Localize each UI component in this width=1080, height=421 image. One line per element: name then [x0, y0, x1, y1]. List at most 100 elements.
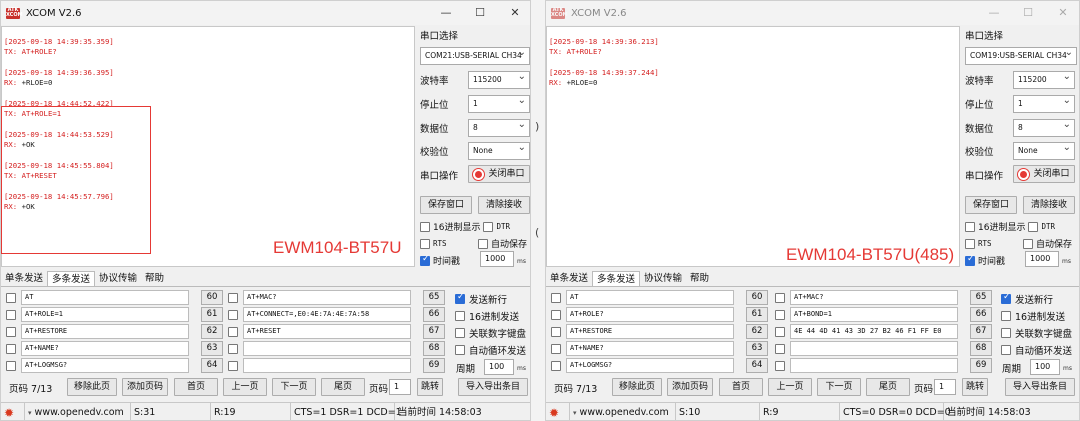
tab-help[interactable]: 帮助 — [686, 271, 713, 286]
remove-page-button[interactable]: 移除此页 — [67, 378, 117, 396]
multi-send-input[interactable]: AT+ROLE=1 — [21, 307, 189, 322]
multi-checkbox[interactable] — [551, 326, 561, 337]
minimize-icon[interactable]: — — [977, 1, 1011, 25]
data-bits-select[interactable]: 8 — [1013, 119, 1075, 137]
multi-send-input[interactable]: AT — [21, 290, 189, 305]
first-page-button[interactable]: 首页 — [719, 378, 763, 396]
multi-checkbox[interactable] — [228, 309, 238, 320]
multi-send-input[interactable]: AT+LOGMSG? — [21, 358, 189, 373]
multi-send-button[interactable]: 65 — [423, 290, 445, 305]
multi-send-button[interactable]: 63 — [201, 341, 223, 356]
page-jump-input[interactable]: 1 — [934, 379, 956, 395]
multi-send-button[interactable]: 62 — [746, 324, 768, 339]
send-newline-checkbox[interactable] — [455, 292, 465, 304]
multi-send-button[interactable]: 69 — [970, 358, 992, 373]
multi-send-button[interactable]: 60 — [746, 290, 768, 305]
prev-page-button[interactable]: 上一页 — [223, 378, 267, 396]
multi-checkbox[interactable] — [228, 326, 238, 337]
multi-send-button[interactable]: 67 — [970, 324, 992, 339]
next-page-button[interactable]: 下一页 — [272, 378, 316, 396]
multi-send-input[interactable] — [790, 358, 958, 373]
title-bar[interactable]: ATK XCOM XCOM V2.6 — ☐ ✕ — [1, 1, 530, 25]
multi-checkbox[interactable] — [228, 343, 238, 354]
maximize-icon[interactable]: ☐ — [1011, 1, 1045, 25]
import-export-button[interactable]: 导入导出条目 — [458, 378, 528, 396]
multi-checkbox[interactable] — [775, 343, 785, 354]
auto-loop-checkbox[interactable] — [1001, 345, 1011, 355]
multi-send-input[interactable]: AT+MAC? — [243, 290, 411, 305]
baud-select[interactable]: 115200 — [468, 71, 530, 89]
tab-single-send[interactable]: 单条发送 — [546, 271, 592, 286]
close-icon[interactable]: ✕ — [1046, 1, 1079, 25]
tab-single-send[interactable]: 单条发送 — [1, 271, 47, 286]
clear-receive-button[interactable]: 清除接收 — [478, 196, 530, 214]
add-page-button[interactable]: 添加页码 — [667, 378, 713, 396]
website-link[interactable]: ▾ www.openedv.com — [570, 403, 676, 420]
multi-send-button[interactable]: 61 — [201, 307, 223, 322]
save-window-button[interactable]: 保存窗口 — [420, 196, 472, 214]
multi-send-button[interactable]: 66 — [423, 307, 445, 322]
title-bar[interactable]: ATK XCOM XCOM V2.6 — ☐ ✕ — [546, 1, 1079, 25]
multi-send-button[interactable]: 67 — [423, 324, 445, 339]
multi-send-input[interactable]: AT+RESTORE — [566, 324, 734, 339]
multi-checkbox[interactable] — [228, 292, 238, 303]
multi-checkbox[interactable] — [228, 360, 238, 371]
first-page-button[interactable]: 首页 — [174, 378, 218, 396]
jump-button[interactable]: 跳转 — [962, 378, 988, 396]
multi-checkbox[interactable] — [6, 360, 16, 371]
multi-checkbox[interactable] — [775, 326, 785, 337]
receive-area[interactable]: [2025-09-18 14:39:36.213] TX: AT+ROLE? [2… — [546, 26, 960, 267]
last-page-button[interactable]: 尾页 — [866, 378, 910, 396]
multi-checkbox[interactable] — [551, 360, 561, 371]
period-input[interactable]: 100 — [484, 359, 514, 375]
dtr-checkbox[interactable] — [1028, 221, 1039, 232]
port-select[interactable]: COM19:USB-SERIAL CH34 — [965, 47, 1077, 65]
multi-send-button[interactable]: 64 — [746, 358, 768, 373]
website-link[interactable]: ▾ www.openedv.com — [25, 403, 131, 420]
link-keypad-checkbox[interactable] — [455, 328, 465, 338]
multi-send-input[interactable]: 4E 44 4D 41 43 3D 27 B2 46 F1 FF E0 — [790, 324, 958, 339]
multi-send-input[interactable] — [243, 341, 411, 356]
multi-send-button[interactable]: 65 — [970, 290, 992, 305]
tab-protocol[interactable]: 协议传输 — [640, 271, 686, 286]
hex-send-checkbox[interactable] — [1001, 311, 1011, 321]
multi-checkbox[interactable] — [551, 309, 561, 320]
multi-checkbox[interactable] — [6, 326, 16, 337]
tab-protocol[interactable]: 协议传输 — [95, 271, 141, 286]
multi-send-input[interactable]: AT — [566, 290, 734, 305]
prev-page-button[interactable]: 上一页 — [768, 378, 812, 396]
multi-checkbox[interactable] — [6, 309, 16, 320]
multi-send-button[interactable]: 68 — [423, 341, 445, 356]
import-export-button[interactable]: 导入导出条目 — [1005, 378, 1075, 396]
maximize-icon[interactable]: ☐ — [463, 1, 497, 25]
stop-bits-select[interactable]: 1 — [468, 95, 530, 113]
multi-send-button[interactable]: 64 — [201, 358, 223, 373]
timestamp-checkbox[interactable] — [965, 254, 975, 266]
auto-loop-checkbox[interactable] — [455, 345, 465, 355]
multi-send-button[interactable]: 60 — [201, 290, 223, 305]
multi-send-input[interactable]: AT+LOGMSG? — [566, 358, 734, 373]
multi-checkbox[interactable] — [6, 292, 16, 303]
multi-checkbox[interactable] — [6, 343, 16, 354]
timestamp-checkbox[interactable] — [420, 254, 430, 266]
save-window-button[interactable]: 保存窗口 — [965, 196, 1017, 214]
close-port-button[interactable]: 关闭串口 — [1013, 165, 1075, 183]
hex-display-checkbox[interactable] — [965, 221, 975, 232]
hex-send-checkbox[interactable] — [455, 311, 465, 321]
clear-receive-button[interactable]: 清除接收 — [1023, 196, 1075, 214]
rts-checkbox[interactable] — [420, 238, 430, 249]
parity-select[interactable]: None — [468, 142, 530, 160]
multi-checkbox[interactable] — [551, 292, 561, 303]
send-newline-checkbox[interactable] — [1001, 292, 1011, 304]
auto-save-checkbox[interactable] — [1023, 238, 1033, 249]
data-bits-select[interactable]: 8 — [468, 119, 530, 137]
page-jump-input[interactable]: 1 — [389, 379, 411, 395]
auto-save-checkbox[interactable] — [478, 238, 488, 249]
period-input[interactable]: 100 — [1030, 359, 1060, 375]
last-page-button[interactable]: 尾页 — [321, 378, 365, 396]
port-select[interactable]: COM21:USB-SERIAL CH34 — [420, 47, 530, 65]
jump-button[interactable]: 跳转 — [417, 378, 443, 396]
tab-multi-send[interactable]: 多条发送 — [47, 271, 96, 286]
parity-select[interactable]: None — [1013, 142, 1075, 160]
multi-send-button[interactable]: 63 — [746, 341, 768, 356]
